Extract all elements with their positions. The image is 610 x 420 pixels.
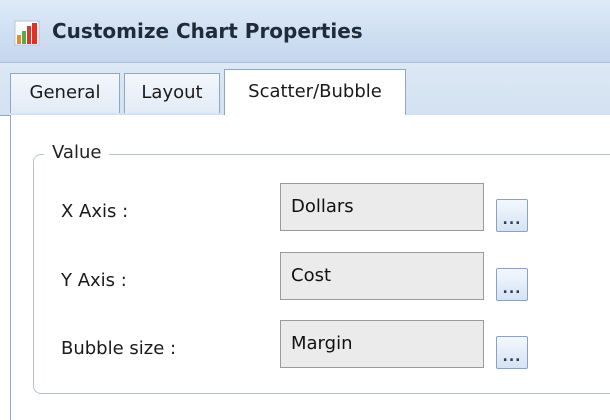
bubble-size-browse-button[interactable]: ...: [496, 336, 528, 369]
bubble-size-label: Bubble size :: [61, 338, 177, 359]
tab-content-scatter-bubble: Value X Axis : Dollars ... Y Axis : Cost…: [10, 115, 610, 420]
bubble-size-field[interactable]: Margin: [280, 320, 484, 368]
ellipsis-icon: ...: [502, 212, 522, 228]
title-bar[interactable]: Customize Chart Properties: [0, 0, 610, 63]
tab-general[interactable]: General: [10, 73, 120, 113]
customize-chart-properties-dialog: Customize Chart Properties General Layou…: [0, 0, 610, 420]
window-title: Customize Chart Properties: [52, 19, 363, 43]
bar-chart-icon: [14, 20, 40, 46]
value-groupbox: Value X Axis : Dollars ... Y Axis : Cost…: [33, 142, 610, 394]
x-axis-browse-button[interactable]: ...: [496, 199, 528, 232]
ellipsis-icon: ...: [502, 281, 522, 297]
y-axis-label: Y Axis :: [61, 270, 127, 291]
y-axis-field[interactable]: Cost: [280, 252, 484, 300]
x-axis-label: X Axis :: [61, 201, 129, 222]
y-axis-browse-button[interactable]: ...: [496, 268, 528, 301]
x-axis-field[interactable]: Dollars: [280, 183, 484, 231]
value-group-legend: Value: [44, 142, 110, 163]
ellipsis-icon: ...: [502, 349, 522, 365]
tab-strip: General Layout Scatter/Bubble: [0, 63, 610, 116]
tab-layout[interactable]: Layout: [124, 73, 220, 113]
tab-scatter-bubble[interactable]: Scatter/Bubble: [224, 69, 406, 115]
